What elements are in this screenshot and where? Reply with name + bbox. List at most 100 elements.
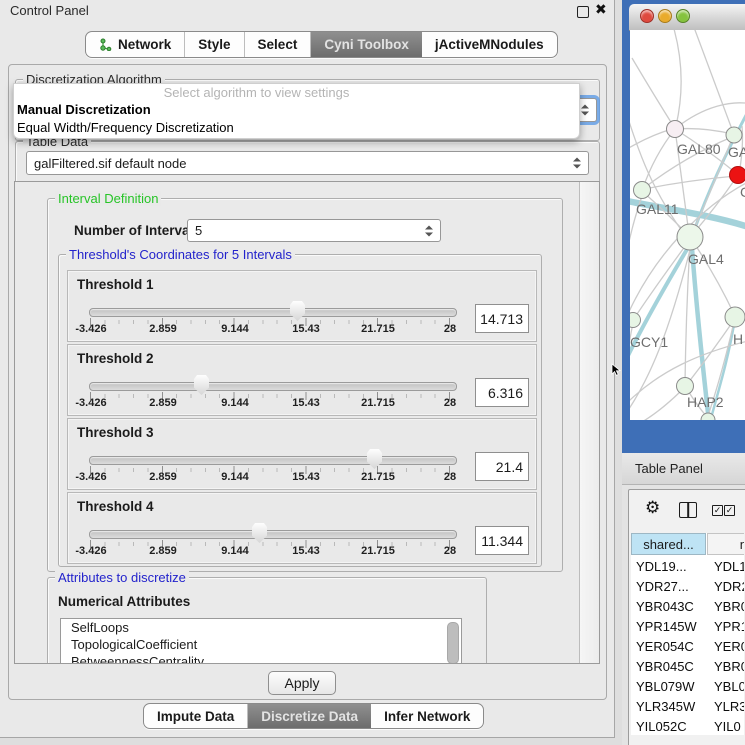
threshold-1-label: Threshold 1: [77, 277, 154, 292]
threshold-3-value-field[interactable]: 21.4: [475, 452, 529, 481]
attributes-list-scrollbar[interactable]: [447, 622, 459, 664]
node-gal11[interactable]: [634, 182, 651, 199]
dropdown-option-manual[interactable]: Manual Discretization: [14, 101, 579, 119]
table-column-shared-name[interactable]: YDL19...YDR27...YBR043CYPR145WYER054CYBR…: [636, 557, 697, 735]
node-label: C: [740, 184, 745, 200]
network-window-titlebar[interactable]: [629, 4, 745, 31]
node-label: GCY1: [630, 334, 668, 350]
threshold-2-panel: Threshold 2 -3.426 2.859 9.144 15.43 21.…: [67, 344, 537, 416]
threshold-2-label: Threshold 2: [77, 351, 154, 366]
attributes-group: Attributes to discretize Numerical Attri…: [47, 577, 487, 664]
panel-tab-bar: Network Style Select Cyni Toolbox jActiv…: [85, 31, 558, 58]
tick-label: 15.43: [292, 471, 320, 483]
threshold-1-panel: Threshold 1 -3.426 2.859 9.144 15.43 21.…: [67, 270, 537, 342]
gear-icon[interactable]: ⚙: [645, 499, 660, 516]
threshold-2-slider-track[interactable]: [89, 382, 457, 391]
node-label: HAP2: [687, 394, 724, 410]
threshold-2-value-field[interactable]: 6.316: [475, 378, 529, 407]
node-gal4[interactable]: [677, 224, 703, 250]
tick-label: 2.859: [149, 323, 177, 335]
interval-definition-group: Interval Definition Number of Intervals …: [47, 198, 563, 572]
tick-label: -3.426: [75, 323, 106, 335]
list-item[interactable]: BetweennessCentrality: [61, 653, 461, 664]
tab-style[interactable]: Style: [185, 32, 244, 57]
table-column-name[interactable]: YDL1YDR2YBR0YPR1YER0YBR0YBL0YLR3YIL0: [714, 557, 744, 735]
close-icon[interactable]: ✖: [595, 1, 607, 18]
tick-label: -3.426: [75, 545, 106, 557]
tick-label: 28: [444, 397, 456, 409]
node-red-selected[interactable]: [730, 167, 745, 184]
network-canvas[interactable]: GAL80 GA GAL11 C GAL4 GCY1 H HAP2: [630, 30, 745, 420]
table-panel-body: ⚙ ✓ ✓ shared... na YDL19...YDR27...YBR04…: [628, 489, 745, 745]
table-data-combobox[interactable]: galFiltered.sif default node: [26, 151, 589, 175]
tab-impute-data[interactable]: Impute Data: [144, 704, 248, 728]
tab-network[interactable]: Network: [86, 32, 185, 57]
dropdown-option-equal-width[interactable]: Equal Width/Frequency Discretization: [14, 119, 579, 137]
spinner-icon: [581, 105, 589, 116]
node-h[interactable]: [725, 307, 745, 327]
close-traffic-light-icon[interactable]: [640, 9, 654, 23]
number-of-intervals-value: 5: [195, 223, 202, 238]
thresholds-group-title: Threshold's Coordinates for 5 Intervals: [66, 247, 295, 262]
zoom-traffic-light-icon[interactable]: [676, 9, 690, 23]
threshold-1-value-field[interactable]: 14.713: [475, 304, 529, 333]
node-hap2[interactable]: [677, 378, 694, 395]
number-of-intervals-combobox[interactable]: 5: [187, 219, 441, 242]
control-panel-window: Control Panel ✖ Network Style Select Cyn…: [0, 0, 615, 738]
tick-label: 21.715: [361, 545, 395, 557]
tick-marks: [90, 540, 451, 548]
threshold-3-label: Threshold 3: [77, 425, 154, 440]
node-top-right[interactable]: [726, 127, 742, 143]
spinner-icon: [573, 158, 581, 169]
numerical-attributes-list: SelfLoops TopologicalCoefficient Between…: [60, 618, 462, 664]
tick-label: 21.715: [361, 397, 395, 409]
tick-label: 9.144: [221, 471, 249, 483]
network-icon: [99, 38, 112, 51]
tick-label: 15.43: [292, 545, 320, 557]
split-columns-icon[interactable]: [679, 502, 697, 518]
table-panel-title: Table Panel: [635, 461, 703, 476]
tick-label: 15.43: [292, 323, 320, 335]
list-item[interactable]: SelfLoops: [61, 619, 461, 636]
tab-cyni-toolbox[interactable]: Cyni Toolbox: [311, 32, 422, 57]
tab-discretize-data[interactable]: Discretize Data: [248, 704, 371, 728]
checkbox-icon[interactable]: ✓: [724, 505, 735, 516]
tab-infer-network[interactable]: Infer Network: [371, 704, 483, 728]
node-label: GAL4: [688, 251, 724, 267]
screen: Control Panel ✖ Network Style Select Cyn…: [0, 0, 745, 745]
window-title: Control Panel: [10, 3, 89, 18]
minimize-traffic-light-icon[interactable]: [658, 9, 672, 23]
threshold-4-slider-track[interactable]: [89, 530, 457, 539]
node-gcy1[interactable]: [630, 313, 641, 328]
threshold-3-slider-track[interactable]: [89, 456, 457, 465]
tick-label: 28: [444, 545, 456, 557]
column-header-name[interactable]: na: [707, 533, 744, 555]
threshold-4-panel: Threshold 4 -3.426 2.859 9.144 15.43 21.…: [67, 492, 537, 564]
network-view-window: GAL80 GA GAL11 C GAL4 GCY1 H HAP2: [622, 0, 745, 453]
thresholds-group: Threshold's Coordinates for 5 Intervals …: [58, 254, 542, 567]
column-header-shared-name[interactable]: shared...: [631, 533, 706, 555]
tick-label: 2.859: [149, 545, 177, 557]
tick-marks: [90, 392, 451, 400]
threshold-4-value-field[interactable]: 11.344: [475, 526, 529, 555]
tick-label: 28: [444, 471, 456, 483]
tab-jactivemnodules[interactable]: jActiveMNodules: [422, 32, 557, 57]
node-label: GAL11: [636, 201, 679, 217]
dropdown-hint-option: Select algorithm to view settings: [14, 84, 579, 101]
tick-marks: [90, 466, 451, 474]
settings-scroll-viewport: Interval Definition Number of Intervals …: [14, 181, 600, 664]
list-item[interactable]: TopologicalCoefficient: [61, 636, 461, 653]
threshold-1-slider-track[interactable]: [89, 308, 457, 317]
float-window-icon[interactable]: [577, 6, 589, 18]
settings-scrollbar-track[interactable]: [579, 182, 599, 663]
tick-marks: [90, 318, 451, 326]
tab-select[interactable]: Select: [245, 32, 312, 57]
apply-button[interactable]: Apply: [268, 671, 336, 695]
interval-definition-title: Interval Definition: [55, 191, 161, 206]
checkbox-icon[interactable]: ✓: [712, 505, 723, 516]
attributes-group-title: Attributes to discretize: [55, 570, 189, 585]
node-gal80[interactable]: [667, 121, 684, 138]
number-of-intervals-label: Number of Intervals: [74, 223, 201, 238]
tick-label: 15.43: [292, 397, 320, 409]
node-table: shared... na YDL19...YDR27...YBR043CYPR1…: [631, 533, 744, 735]
